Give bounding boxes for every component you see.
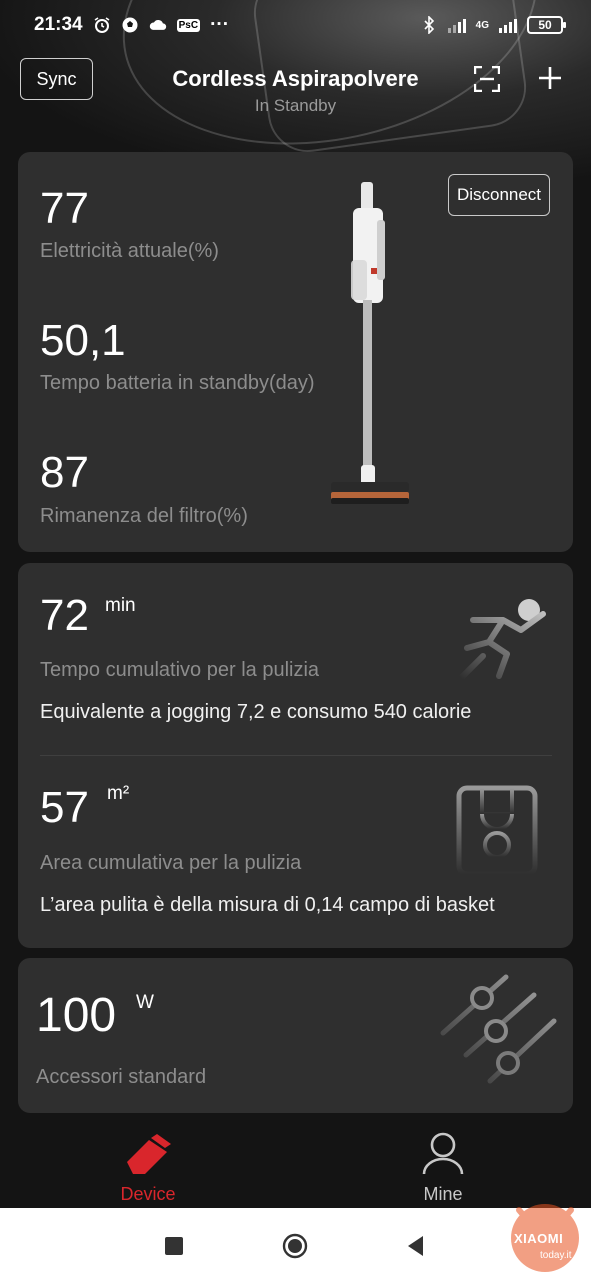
filter-label: Rimanenza del filtro(%) — [40, 505, 248, 527]
device-status-card: 77 Elettricità attuale(%) 50,1 Tempo bat… — [18, 152, 573, 552]
alarm-icon — [93, 16, 111, 34]
disconnect-button[interactable]: Disconnect — [448, 174, 550, 216]
clean-time-value: 72 — [40, 591, 89, 640]
psc-icon: PsC — [176, 18, 201, 32]
clean-area-unit: m² — [107, 783, 130, 804]
clean-area-description: L’area pulita è della misura di 0,14 cam… — [40, 894, 495, 916]
soccer-ball-icon — [121, 16, 139, 34]
watermark-brand: XIAOMI — [514, 1231, 564, 1246]
signal-icon-2 — [499, 17, 517, 33]
battery-value: 77 — [40, 184, 89, 233]
more-notifications-icon: ··· — [210, 14, 230, 35]
cloud-icon — [149, 16, 167, 34]
clean-time-unit: min — [105, 595, 136, 616]
power-card: 100 W Accessori standard — [18, 958, 573, 1113]
nav-device-label: Device — [120, 1184, 176, 1204]
network-type: 4G — [475, 19, 489, 31]
filter-value: 87 — [40, 448, 89, 497]
device-title: Cordless Aspirapolvere — [172, 66, 419, 91]
clean-time-description: Equivalente a jogging 7,2 e consumo 540 … — [40, 701, 472, 723]
battery-icon: 50 — [527, 16, 566, 34]
status-bar: 21:34 PsC ··· 4G 50 — [0, 0, 591, 50]
recents-square-icon[interactable] — [160, 1232, 188, 1260]
battery-level: 50 — [538, 18, 552, 32]
app-header: Sync Cordless Aspirapolvere In Standby — [0, 56, 591, 126]
scan-icon[interactable] — [474, 66, 500, 92]
status-time: 21:34 — [34, 14, 83, 35]
divider — [40, 755, 552, 756]
bluetooth-icon — [420, 16, 438, 34]
watermark-domain: today.it — [540, 1250, 572, 1261]
cumulative-card: 72 min Tempo cumulativo per la pulizia E… — [18, 563, 573, 948]
plus-icon[interactable] — [536, 64, 564, 92]
basketball-court-icon — [456, 785, 538, 877]
clean-time-label: Tempo cumulativo per la pulizia — [40, 659, 320, 681]
standby-value: 50,1 — [40, 316, 126, 365]
power-value: 100 — [36, 989, 117, 1042]
standby-label: Tempo batteria in standby(day) — [40, 372, 315, 394]
nav-device[interactable]: Device — [88, 1132, 208, 1205]
clean-area-label: Area cumulativa per la pulizia — [40, 852, 302, 874]
vacuum-image — [331, 182, 409, 504]
eraser-device-icon — [127, 1134, 171, 1174]
nav-mine[interactable]: Mine — [383, 1132, 503, 1205]
battery-label: Elettricità attuale(%) — [40, 240, 219, 262]
back-triangle-icon[interactable] — [402, 1232, 430, 1260]
device-status: In Standby — [254, 96, 337, 115]
runner-icon — [458, 599, 546, 681]
person-icon — [422, 1132, 464, 1175]
bottom-navigation: Device Mine — [0, 1120, 591, 1208]
clean-area-value: 57 — [40, 783, 89, 832]
power-label: Accessori standard — [36, 1066, 207, 1088]
system-navigation-bar — [0, 1208, 591, 1280]
signal-icon — [447, 17, 466, 33]
home-circle-icon[interactable] — [281, 1232, 309, 1260]
sliders-icon — [440, 974, 557, 1084]
power-unit: W — [136, 992, 154, 1013]
nav-mine-label: Mine — [423, 1184, 463, 1204]
